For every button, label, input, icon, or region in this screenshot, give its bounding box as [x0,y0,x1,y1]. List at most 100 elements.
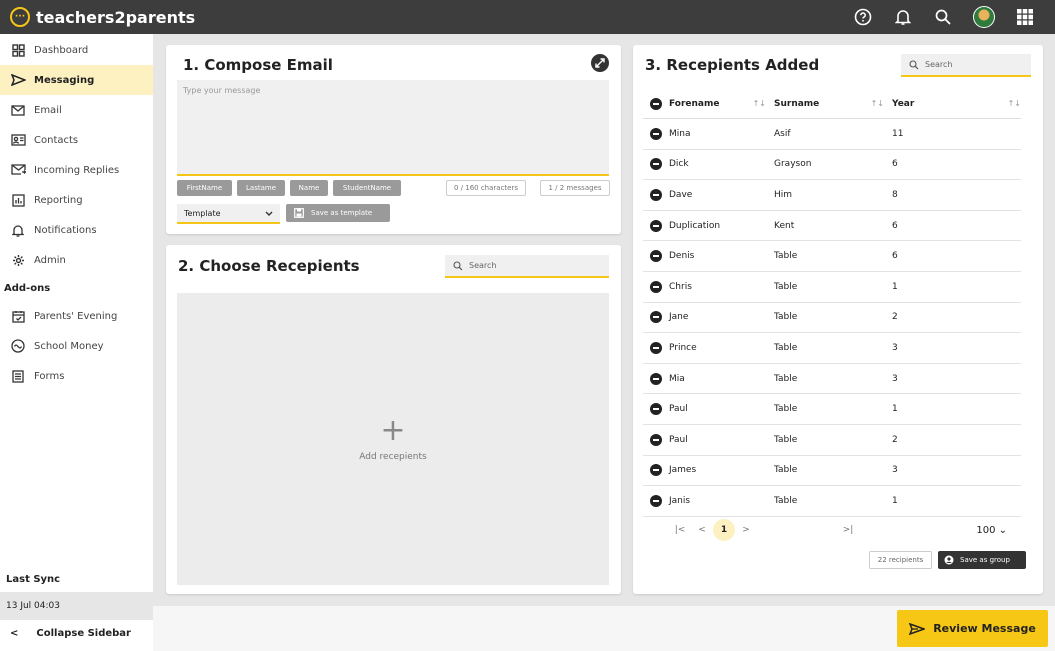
remove-recipient-icon[interactable] [650,250,662,263]
forename-cell: Prince [669,343,774,353]
footer-bar: Review Message [153,606,1055,651]
remove-recipient-icon[interactable] [650,127,662,140]
sidebar-item-school-money[interactable]: School Money [0,331,153,361]
money-icon [10,338,26,354]
remove-recipient-icon[interactable] [650,158,662,171]
remove-recipient-icon[interactable] [650,403,662,416]
remove-recipient-icon[interactable] [650,188,662,201]
forename-cell: Denis [669,251,774,261]
remove-recipient-icon[interactable] [650,341,662,354]
sidebar-item-dashboard[interactable]: Dashboard [0,35,153,65]
header-icon-cell [643,97,669,110]
add-recipients-label: Add recepients [359,452,427,462]
surname-cell: Grayson [774,159,892,169]
logo-badge-icon: ··· [10,7,30,27]
year-cell: 11 [892,129,1021,139]
sidebar-item-email[interactable]: Email [0,95,153,125]
message-input[interactable]: Type your message [177,80,609,176]
year-cell: 6 [892,159,1021,169]
forename-cell: Janis [669,496,774,506]
template-select[interactable]: Template [177,204,280,224]
remove-recipient-icon[interactable] [650,219,662,232]
sidebar-item-reporting[interactable]: Reporting [0,185,153,215]
table-header: Forename ↑↓ Surname ↑↓ Year ↑↓ [643,89,1021,119]
forename-cell: Chris [669,282,774,292]
surname-cell: Asif [774,129,892,139]
remove-recipient-icon[interactable] [650,311,662,324]
bell-icon[interactable] [893,7,913,27]
save-icon [294,208,304,218]
surname-value: Asif [774,128,791,139]
surname-header[interactable]: Surname ↑↓ [774,99,892,109]
search-icon[interactable] [933,7,953,27]
sidebar-item-forms[interactable]: Forms [0,361,153,391]
forename-value: Paul [669,404,688,415]
table-row: Paul Table 1 [643,394,1021,425]
remove-recipient-icon[interactable] [650,464,662,477]
message-counter: 1 / 2 messages [540,180,610,196]
sidebar-item-contacts[interactable]: Contacts [0,125,153,155]
year-header[interactable]: Year ↑↓ [892,99,1021,109]
remove-recipient-icon[interactable] [650,494,662,507]
apps-grid-icon[interactable] [1015,7,1035,27]
forename-value: Dave [669,189,693,200]
surname-value: Table [774,465,798,476]
year-value: 1 [892,281,898,292]
year-header-label: Year [892,98,915,109]
year-value: 8 [892,189,898,200]
collapse-sidebar-button[interactable]: < Collapse Sidebar [10,628,131,639]
forename-header[interactable]: Forename ↑↓ [669,99,774,109]
surname-cell: Table [774,435,892,445]
forename-cell: Paul [669,435,774,445]
expand-icon [595,58,605,68]
field-chip-studentname[interactable]: StudentName [333,180,401,196]
choose-search-input[interactable]: Search [445,255,609,278]
field-chip-lastame[interactable]: Lastame [237,180,285,196]
remove-recipient-icon[interactable] [650,280,662,293]
top-bar: ··· teachers2parents [0,0,1055,34]
review-message-button[interactable]: Review Message [897,610,1048,647]
next-page-button[interactable]: > [735,525,757,535]
remove-cell [643,464,669,477]
avatar[interactable] [973,6,995,28]
current-page-button[interactable]: 1 [713,519,735,541]
surname-cell: Table [774,251,892,261]
choose-search-placeholder: Search [469,261,497,270]
year-cell: 3 [892,343,1021,353]
app-logo[interactable]: ··· teachers2parents [10,7,195,27]
remove-all-icon[interactable] [650,97,662,110]
forename-value: Dick [669,159,689,170]
app-name: teachers2parents [36,7,196,27]
last-page-button[interactable]: >| [837,525,859,535]
prev-page-button[interactable]: < [691,525,713,535]
year-cell: 6 [892,251,1021,261]
forename-cell: Dave [669,190,774,200]
sidebar-item-incoming-replies[interactable]: Incoming Replies [0,155,153,185]
page-size-select[interactable]: 100 ⌄ [976,525,1007,536]
save-as-template-button[interactable]: Save as template [286,204,390,222]
sidebar-item-messaging[interactable]: Messaging [0,65,153,95]
save-as-group-button[interactable]: Save as group [938,551,1026,569]
surname-cell: Table [774,465,892,475]
surname-value: Table [774,404,798,415]
sidebar-item-parents-evening[interactable]: Parents' Evening [0,301,153,331]
add-recipients-area[interactable]: + Add recepients [177,293,609,585]
bell-icon [10,222,26,238]
recipients-search-placeholder: Search [925,60,953,69]
remove-recipient-icon[interactable] [650,433,662,446]
first-page-button[interactable]: |< [669,525,691,535]
field-chip-name[interactable]: Name [290,180,328,196]
field-chip-firstname[interactable]: FirstName [177,180,232,196]
recipients-search-input[interactable]: Search [901,54,1031,77]
send-icon [909,622,926,635]
help-icon[interactable] [853,7,873,27]
sidebar-item-notifications[interactable]: Notifications [0,215,153,245]
forename-cell: Duplication [669,221,774,231]
expand-button[interactable] [591,54,609,72]
sidebar-item-admin[interactable]: Admin [0,245,153,275]
table-row: Mina Asif 11 [643,119,1021,150]
remove-recipient-icon[interactable] [650,372,662,385]
save-as-group-label: Save as group [960,556,1010,564]
year-value: 11 [892,128,904,139]
year-value: 6 [892,251,898,262]
